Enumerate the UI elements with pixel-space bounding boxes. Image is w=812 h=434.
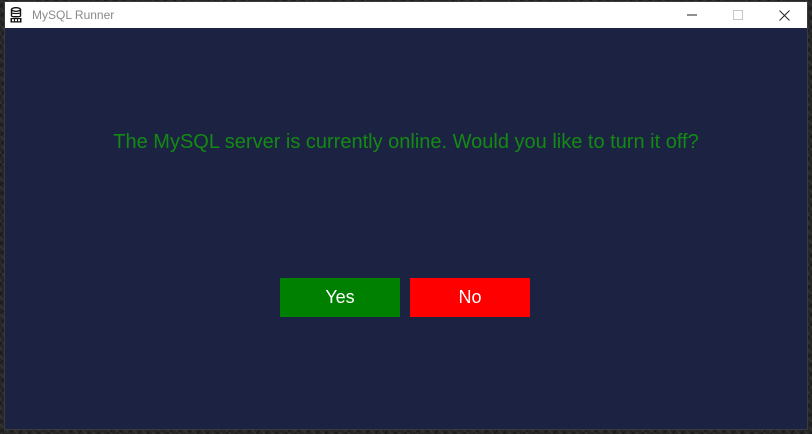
status-message: The MySQL server is currently online. Wo… (113, 131, 699, 153)
app-window: MySQL Runner The MySQL server is current… (5, 2, 807, 429)
window-controls (669, 2, 807, 28)
yes-button[interactable]: Yes (280, 278, 400, 317)
database-icon (10, 7, 22, 23)
no-button[interactable]: No (410, 278, 530, 317)
dialog-content: The MySQL server is currently online. Wo… (5, 28, 807, 429)
window-title: MySQL Runner (32, 8, 115, 22)
minimize-icon (687, 14, 697, 16)
title-bar[interactable]: MySQL Runner (5, 2, 807, 28)
maximize-button[interactable] (715, 2, 761, 28)
close-button[interactable] (761, 2, 807, 28)
minimize-button[interactable] (669, 2, 715, 28)
close-icon (778, 9, 790, 21)
maximize-icon (733, 10, 743, 20)
